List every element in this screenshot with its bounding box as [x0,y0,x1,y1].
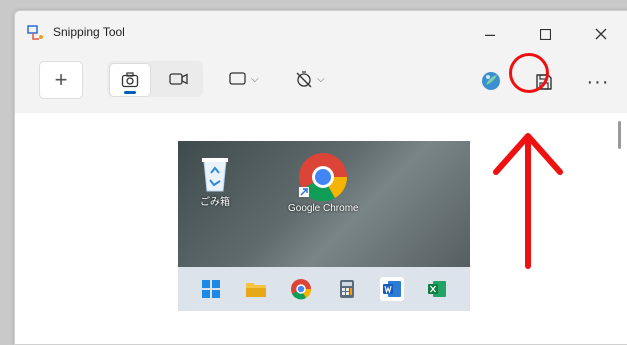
preview-taskbar [178,267,470,311]
title-bar: Snipping Tool – [15,11,627,55]
delay-timer-dropdown[interactable]: ⌵ [295,63,325,95]
chevron-down-icon: ⌵ [317,73,325,85]
file-explorer-icon [244,277,268,301]
windows-start-icon [199,277,223,301]
snip-mode-screenshot-button[interactable] [109,63,151,97]
snip-shape-dropdown[interactable]: ⌵ [229,63,259,95]
close-icon [595,28,607,40]
canvas-scrollbar[interactable] [618,121,621,149]
new-snip-button[interactable]: + [39,61,83,99]
chevron-down-icon: ⌵ [251,73,259,85]
chrome-icon [299,153,348,202]
captured-screenshot-preview: ごみ箱 Google Chrome [178,141,470,311]
snip-mode-video-button[interactable] [159,63,199,95]
desktop-icon-recycle-bin: ごみ箱 [198,153,232,208]
recycle-bin-icon [202,158,228,192]
edit-in-paint-button[interactable] [477,67,505,95]
snipping-tool-app-icon [27,25,43,40]
desktop-icon-label: Google Chrome [288,203,359,214]
excel-icon [425,277,449,301]
window-title: Snipping Tool [53,25,125,39]
plus-icon: + [54,67,68,92]
calculator-icon [335,277,359,301]
minimize-button[interactable]: – [470,19,510,49]
annotation-up-arrow [493,133,563,269]
snip-mode-group [107,61,203,97]
no-delay-timer-icon [296,71,312,88]
desktop-icon-chrome: Google Chrome [288,151,359,214]
more-options-button[interactable]: ··· [581,65,615,99]
word-icon [379,277,404,301]
desktop-icon-label: ごみ箱 [200,197,230,208]
video-icon [169,73,188,85]
active-mode-indicator [124,91,136,94]
more-icon: ··· [586,70,610,93]
chrome-icon [289,277,313,301]
close-button[interactable] [581,19,621,49]
paint-edit-icon [482,72,500,90]
minimize-icon: – [484,23,495,44]
maximize-button[interactable] [525,19,565,49]
rectangle-snip-icon [229,72,246,85]
annotation-circle-highlight [509,53,549,93]
camera-icon [121,72,139,88]
maximize-icon [539,28,551,40]
